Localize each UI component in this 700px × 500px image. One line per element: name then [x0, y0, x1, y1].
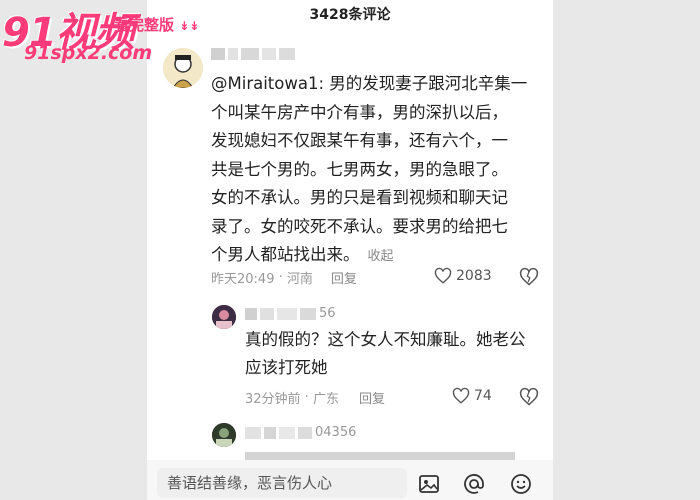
reply-text: 真的假的？这个女人不知廉耻。她老公 应该打死她: [245, 330, 526, 377]
comment-input[interactable]: 善语结善缘，恶言伤人心: [157, 468, 407, 498]
image-icon[interactable]: [417, 472, 441, 496]
heart-icon: [452, 387, 470, 404]
comment-count-title: 3428条评论: [309, 7, 391, 23]
reply-username: 56: [245, 306, 336, 321]
comments-panel: 3428条评论 @Miraitowa1: 男的发现妻子跟河北辛集一 个叫某午房产…: [147, 0, 553, 500]
comment-text: @Miraitowa1: 男的发现妻子跟河北辛集一 个叫某午房产中介有事，男的深…: [211, 74, 528, 264]
blurred-username: [211, 43, 331, 60]
like-count: 74: [474, 388, 492, 404]
dislike-button[interactable]: [519, 387, 539, 411]
reply-avatar[interactable]: [212, 305, 236, 329]
broken-heart-icon: [519, 387, 539, 406]
collapse-link[interactable]: 收起: [368, 249, 394, 264]
reply-time: 32分钟前: [245, 392, 301, 407]
reply-button[interactable]: 回复: [331, 268, 357, 287]
reply-avatar[interactable]: [212, 423, 236, 447]
like-button[interactable]: 2083: [434, 267, 492, 285]
reply-meta: 32分钟前 · 广东 回复: [245, 388, 385, 407]
comment-time: 昨天20:49: [211, 272, 275, 287]
reply-text-truncated: [245, 446, 535, 460]
comment-meta: 昨天20:49 · 河南 回复: [211, 268, 357, 287]
comment-location: 河南: [286, 272, 313, 287]
avatar[interactable]: [163, 48, 203, 88]
dislike-button[interactable]: [519, 267, 539, 291]
like-button[interactable]: 74: [452, 387, 492, 405]
heart-icon: [434, 267, 452, 284]
emoji-icon[interactable]: [509, 472, 533, 496]
watermark-url: 91spx2.com: [24, 42, 153, 64]
like-count: 2083: [456, 268, 492, 284]
mention-icon[interactable]: [462, 472, 486, 496]
reply-location: 广东: [312, 392, 339, 407]
broken-heart-icon: [519, 267, 539, 286]
comment-input-bar: 善语结善缘，恶言伤人心: [147, 460, 553, 500]
reply-username: 04356: [245, 425, 356, 440]
reply-button[interactable]: 回复: [359, 388, 385, 407]
watermark-tag: 看完整版 ↡↡: [114, 16, 200, 34]
